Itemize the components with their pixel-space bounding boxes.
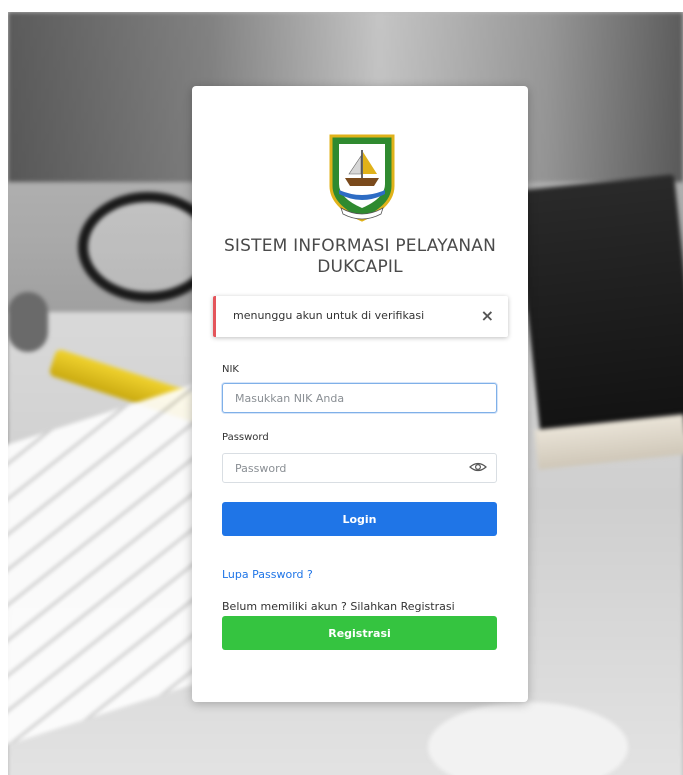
background-notebook xyxy=(514,174,683,450)
background-plant xyxy=(8,292,48,352)
app-title-line2: DUKCAPIL xyxy=(317,257,403,277)
app-title: SISTEM INFORMASI PELAYANAN DUKCAPIL xyxy=(192,236,528,278)
password-field xyxy=(222,453,497,484)
nik-input[interactable] xyxy=(222,383,497,413)
alert-message: menunggu akun untuk di verifikasi xyxy=(233,309,425,322)
login-page: SISTEM INFORMASI PELAYANAN DUKCAPIL menu… xyxy=(0,0,683,775)
app-title-line1: SISTEM INFORMASI PELAYANAN xyxy=(223,236,497,256)
register-prompt: Belum memiliki akun ? Silahkan Registras… xyxy=(222,600,455,613)
register-button[interactable]: Registrasi xyxy=(222,616,497,650)
password-label: Password xyxy=(222,432,269,443)
eye-icon[interactable] xyxy=(469,461,487,473)
login-card: SISTEM INFORMASI PELAYANAN DUKCAPIL menu… xyxy=(192,86,528,702)
login-button[interactable]: Login xyxy=(222,502,497,536)
verification-alert: menunggu akun untuk di verifikasi × xyxy=(213,296,508,337)
close-icon[interactable]: × xyxy=(481,306,494,325)
nik-label: NIK xyxy=(222,364,239,375)
password-input[interactable] xyxy=(222,453,497,483)
emblem-logo xyxy=(329,134,395,222)
forgot-password-link[interactable]: Lupa Password ? xyxy=(222,568,313,581)
